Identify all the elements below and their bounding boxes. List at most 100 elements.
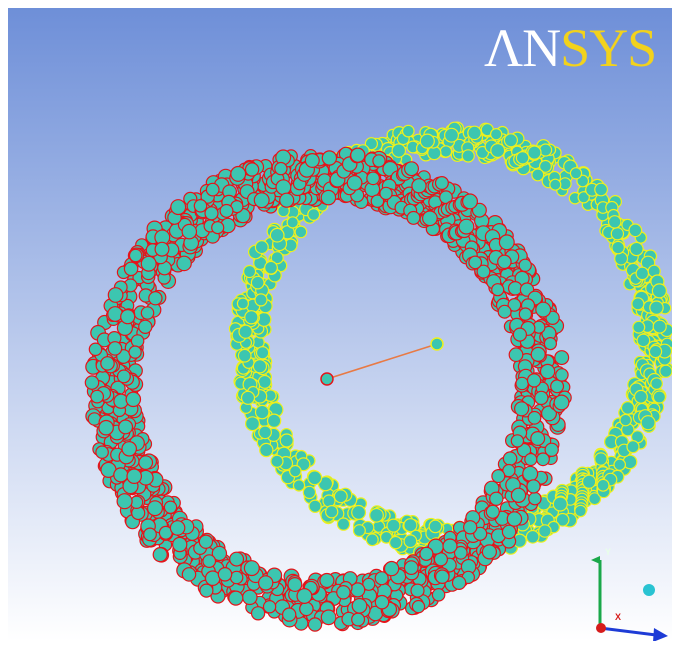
particle <box>404 161 420 177</box>
particle <box>442 538 458 554</box>
particle <box>515 376 529 391</box>
particle <box>613 458 626 471</box>
particle <box>287 576 303 592</box>
particle <box>515 151 530 165</box>
particle <box>389 535 403 550</box>
particle <box>219 203 234 218</box>
particle <box>485 504 500 519</box>
particle <box>503 133 518 148</box>
particle <box>116 369 131 384</box>
particle <box>254 240 269 255</box>
particle <box>530 431 546 447</box>
particle <box>236 297 249 310</box>
particle <box>243 264 257 279</box>
particle <box>538 524 552 538</box>
particle <box>550 379 565 394</box>
particle <box>90 389 104 404</box>
particle <box>596 478 610 492</box>
particle <box>351 612 366 627</box>
particle <box>489 491 504 506</box>
particle <box>536 452 550 467</box>
particle <box>244 310 259 325</box>
particle <box>611 240 625 255</box>
particle <box>123 261 139 277</box>
particle <box>659 364 672 378</box>
particle <box>107 306 123 322</box>
triad-y-label: Y <box>605 547 611 557</box>
particle <box>204 570 221 586</box>
particle <box>379 186 393 201</box>
particle <box>620 401 635 415</box>
particle <box>629 241 644 257</box>
particle <box>419 133 435 149</box>
particle <box>648 344 663 359</box>
particle <box>490 127 503 141</box>
particle <box>431 587 446 602</box>
particle <box>270 454 284 468</box>
particle <box>433 552 448 567</box>
particle <box>118 419 134 435</box>
particle <box>403 560 419 575</box>
graphics-viewport[interactable]: ΛNSYS Y X <box>8 8 672 641</box>
particle <box>169 520 186 536</box>
particle <box>95 445 109 459</box>
particle <box>526 373 542 388</box>
particle <box>594 182 608 197</box>
particle <box>346 174 363 191</box>
particle <box>650 377 663 391</box>
particle <box>636 333 651 348</box>
particle <box>266 413 282 428</box>
particle <box>154 241 170 257</box>
yellow-ring-center-node[interactable] <box>430 337 444 351</box>
particle <box>619 413 632 427</box>
particle <box>254 293 268 307</box>
particle <box>510 434 525 448</box>
particle <box>539 363 556 380</box>
particle <box>522 465 539 482</box>
particle <box>107 287 124 303</box>
particle <box>140 255 157 272</box>
particle <box>130 334 145 348</box>
particle <box>410 583 425 598</box>
particle <box>528 491 542 506</box>
particle <box>84 375 100 390</box>
particle <box>428 519 443 534</box>
particle <box>468 255 483 270</box>
ansys-logo: ΛNSYS <box>484 18 657 78</box>
particle <box>372 154 386 168</box>
particle <box>401 124 415 138</box>
scene-canvas[interactable]: ΛNSYS Y X <box>8 8 672 641</box>
particle <box>163 500 178 514</box>
particle <box>193 199 208 213</box>
particle <box>279 433 294 448</box>
particle <box>275 179 292 196</box>
particle <box>100 356 115 371</box>
particle <box>510 487 527 503</box>
particle <box>481 544 497 560</box>
particle <box>204 206 219 221</box>
particle <box>524 452 538 467</box>
particle <box>140 306 155 320</box>
particle <box>462 193 479 210</box>
particle <box>336 517 351 531</box>
particle <box>491 283 505 297</box>
particle <box>250 275 265 290</box>
particle <box>543 337 558 351</box>
particle <box>434 569 450 584</box>
particle <box>553 394 570 411</box>
particle <box>202 554 217 568</box>
particle <box>497 304 512 319</box>
particle <box>497 254 512 270</box>
particle <box>569 167 583 180</box>
particle <box>352 524 366 538</box>
particle <box>467 125 482 141</box>
particle <box>512 327 527 342</box>
particle <box>294 225 308 239</box>
particle <box>491 469 506 484</box>
red-ring-center-node[interactable] <box>320 372 334 386</box>
particle <box>307 617 323 632</box>
particle <box>240 390 256 405</box>
particle <box>369 507 384 523</box>
particle <box>264 260 278 275</box>
particle <box>325 505 339 519</box>
